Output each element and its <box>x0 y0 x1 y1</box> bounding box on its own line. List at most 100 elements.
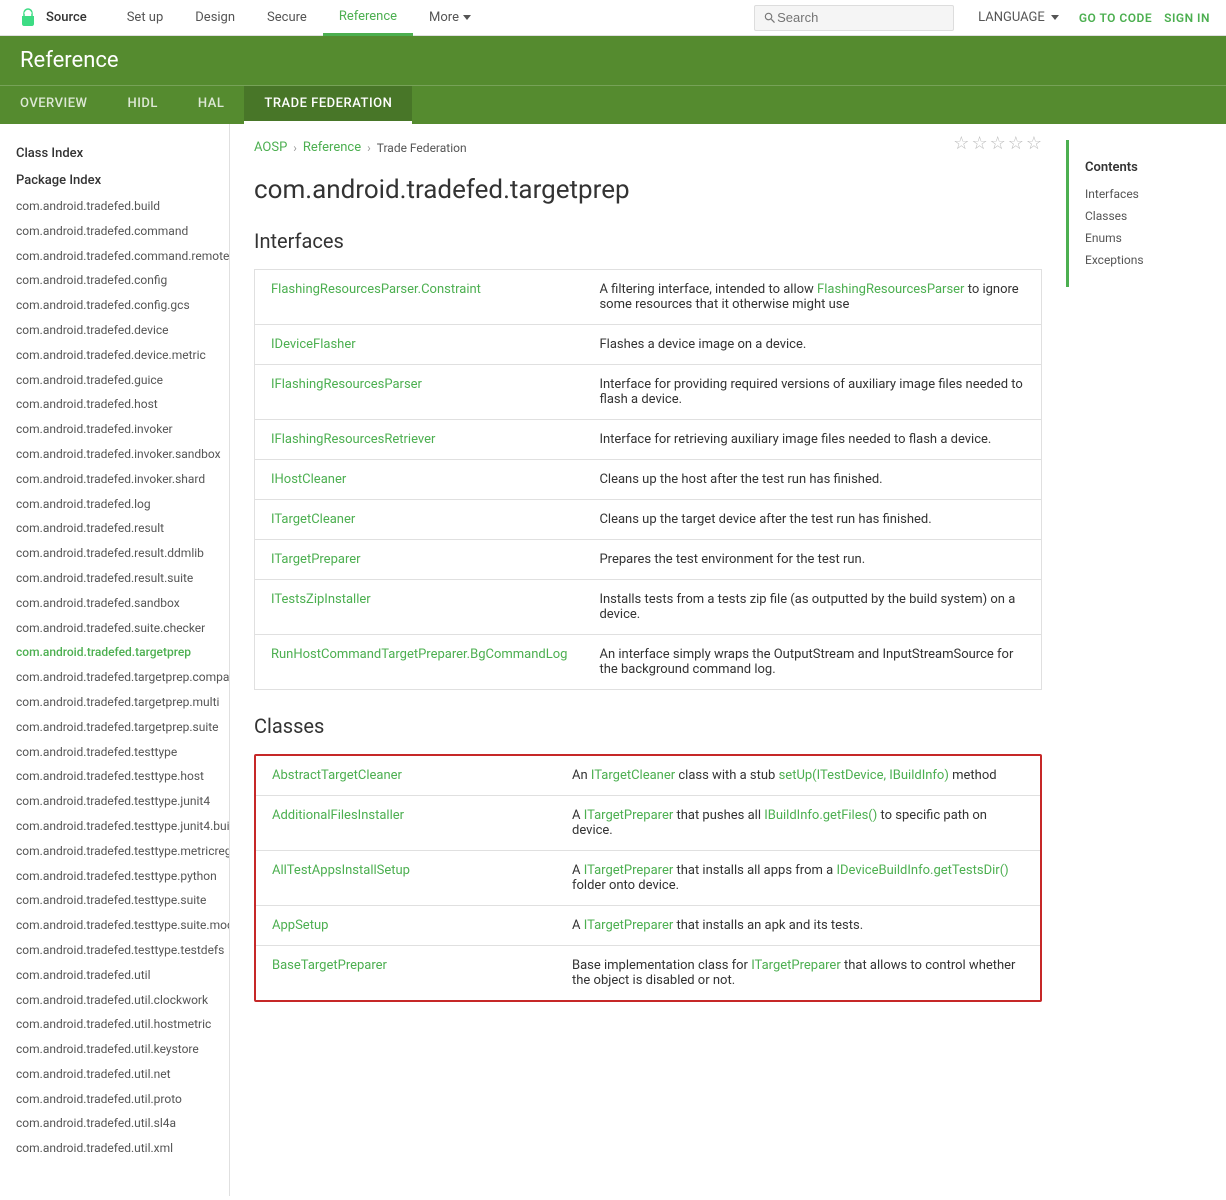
sidebar-link-targetprep-companion[interactable]: com.android.tradefed.targetprep.companio… <box>0 665 229 690</box>
logo[interactable]: Source <box>16 6 87 30</box>
interface-link-ideviceflasher[interactable]: IDeviceFlasher <box>271 337 356 352</box>
inline-link-itargetcleaner-1[interactable]: ITargetCleaner <box>591 768 675 783</box>
sidebar-link-util-net[interactable]: com.android.tradefed.util.net <box>0 1062 229 1087</box>
interface-link-iflashingresourcesretriever[interactable]: IFlashingResourcesRetriever <box>271 432 435 447</box>
sidebar-link-targetprep-suite[interactable]: com.android.tradefed.targetprep.suite <box>0 715 229 740</box>
tab-hal[interactable]: HAL <box>178 86 244 124</box>
sidebar-link-testtype-python[interactable]: com.android.tradefed.testtype.python <box>0 864 229 889</box>
sidebar-link-command[interactable]: com.android.tradefed.command <box>0 219 229 244</box>
star-2[interactable]: ☆ <box>971 133 987 154</box>
sub-nav: OVERVIEW HIDL HAL TRADE FEDERATION <box>0 85 1226 124</box>
toc-item-interfaces[interactable]: Interfaces <box>1069 183 1226 205</box>
sidebar-link-host[interactable]: com.android.tradefed.host <box>0 392 229 417</box>
sidebar-class-index[interactable]: Class Index <box>0 140 229 167</box>
tab-overview[interactable]: OVERVIEW <box>0 86 107 124</box>
toc-item-enums[interactable]: Enums <box>1069 227 1226 249</box>
nav-reference[interactable]: Reference <box>323 0 413 36</box>
star-1[interactable]: ☆ <box>953 133 969 154</box>
sidebar-link-util-hostmetric[interactable]: com.android.tradefed.util.hostmetric <box>0 1012 229 1037</box>
class-link-additionalfilesinstaller[interactable]: AdditionalFilesInstaller <box>272 808 404 823</box>
class-link-alltestappsinstallsetup[interactable]: AllTestAppsInstallSetup <box>272 863 410 878</box>
sign-in-button[interactable]: SIGN IN <box>1164 11 1210 25</box>
nav-secure[interactable]: Secure <box>251 0 323 36</box>
toc-item-exceptions[interactable]: Exceptions <box>1069 249 1226 271</box>
sidebar-link-sandbox[interactable]: com.android.tradefed.sandbox <box>0 591 229 616</box>
class-link-appsetup[interactable]: AppSetup <box>272 918 328 933</box>
nav-design[interactable]: Design <box>179 0 251 36</box>
language-button[interactable]: LANGUAGE <box>978 10 1059 25</box>
sidebar-link-util-sl4a[interactable]: com.android.tradefed.util.sl4a <box>0 1111 229 1136</box>
nav-more[interactable]: More <box>413 0 487 36</box>
sidebar-link-targetprep[interactable]: com.android.tradefed.targetprep <box>0 640 229 665</box>
sidebar-link-guice[interactable]: com.android.tradefed.guice <box>0 368 229 393</box>
sidebar-link-invoker-shard[interactable]: com.android.tradefed.invoker.shard <box>0 467 229 492</box>
tab-hidl[interactable]: HIDL <box>107 86 177 124</box>
interface-link-itargetpreparer[interactable]: ITargetPreparer <box>271 552 361 567</box>
class-link-abstracttargetcleaner[interactable]: AbstractTargetCleaner <box>272 768 402 783</box>
tab-trade-federation[interactable]: TRADE FEDERATION <box>244 86 412 124</box>
sidebar-link-testtype-metricregression[interactable]: com.android.tradefed.testtype.metricregr… <box>0 839 229 864</box>
class-desc-4: A ITargetPreparer that installs an apk a… <box>556 906 1040 946</box>
sidebar-link-testtype-suite-module[interactable]: com.android.tradefed.testtype.suite.modu… <box>0 913 229 938</box>
sidebar-link-device[interactable]: com.android.tradefed.device <box>0 318 229 343</box>
inline-link-setup-itestdevice[interactable]: setUp(ITestDevice, IBuildInfo) <box>779 768 949 783</box>
class-link-basetargetpreparer[interactable]: BaseTargetPreparer <box>272 958 387 973</box>
sidebar-link-testtype-suite[interactable]: com.android.tradefed.testtype.suite <box>0 888 229 913</box>
sidebar-link-testtype[interactable]: com.android.tradefed.testtype <box>0 740 229 765</box>
sidebar-link-testtype-junit4[interactable]: com.android.tradefed.testtype.junit4 <box>0 789 229 814</box>
breadcrumb-sep-2: › <box>367 141 371 155</box>
sidebar-link-util-xml[interactable]: com.android.tradefed.util.xml <box>0 1136 229 1161</box>
sidebar-link-util[interactable]: com.android.tradefed.util <box>0 963 229 988</box>
interface-desc-9: An interface simply wraps the OutputStre… <box>583 635 1041 690</box>
nav-setup[interactable]: Set up <box>111 0 180 36</box>
inline-link-itargetpreparer-2[interactable]: ITargetPreparer <box>584 863 674 878</box>
star-4[interactable]: ☆ <box>1008 133 1024 154</box>
search-input[interactable] <box>777 10 927 25</box>
sidebar-link-device-metric[interactable]: com.android.tradefed.device.metric <box>0 343 229 368</box>
star-rating[interactable]: ☆ ☆ ☆ ☆ ☆ <box>953 133 1042 154</box>
sidebar-link-result-suite[interactable]: com.android.tradefed.result.suite <box>0 566 229 591</box>
sidebar-link-util-clockwork[interactable]: com.android.tradefed.util.clockwork <box>0 988 229 1013</box>
interface-desc-3: Interface for providing required version… <box>583 365 1041 420</box>
breadcrumb-aosp[interactable]: AOSP <box>254 140 287 155</box>
search-icon <box>763 11 777 25</box>
inline-link-itargetpreparer-4[interactable]: ITargetPreparer <box>751 958 841 973</box>
sidebar-link-testtype-junit4-builder[interactable]: com.android.tradefed.testtype.junit4.bui… <box>0 814 229 839</box>
inline-link-idevicebuildinfo-gettestsdir[interactable]: IDeviceBuildInfo.getTestsDir() <box>836 863 1008 878</box>
interface-link-itargetcleaner[interactable]: ITargetCleaner <box>271 512 355 527</box>
inline-link-itargetpreparer-1[interactable]: ITargetPreparer <box>584 808 674 823</box>
sidebar-link-config[interactable]: com.android.tradefed.config <box>0 268 229 293</box>
sidebar-link-result[interactable]: com.android.tradefed.result <box>0 516 229 541</box>
interface-link-flashing-constraint[interactable]: FlashingResourcesParser.Constraint <box>271 282 481 297</box>
sidebar-link-testtype-host[interactable]: com.android.tradefed.testtype.host <box>0 764 229 789</box>
star-3[interactable]: ☆ <box>990 133 1006 154</box>
table-row: IFlashingResourcesRetriever Interface fo… <box>255 420 1042 460</box>
inline-link-itargetpreparer-3[interactable]: ITargetPreparer <box>584 918 674 933</box>
sidebar-link-testtype-testdefs[interactable]: com.android.tradefed.testtype.testdefs <box>0 938 229 963</box>
sidebar-link-suite-checker[interactable]: com.android.tradefed.suite.checker <box>0 616 229 641</box>
inline-link-ibuildinfo-getfiles[interactable]: IBuildInfo.getFiles() <box>764 808 877 823</box>
search-area[interactable] <box>754 5 954 31</box>
star-5[interactable]: ☆ <box>1026 133 1042 154</box>
interface-link-iflashingresourcesparser[interactable]: IFlashingResourcesParser <box>271 377 422 392</box>
interface-link-runhostcommand-bgcommandlog[interactable]: RunHostCommandTargetPreparer.BgCommandLo… <box>271 647 567 662</box>
toc-item-classes[interactable]: Classes <box>1069 205 1226 227</box>
goto-code-button[interactable]: GO TO CODE <box>1079 11 1152 25</box>
sidebar-link-config-gcs[interactable]: com.android.tradefed.config.gcs <box>0 293 229 318</box>
inline-link-flashingresourcesparser[interactable]: FlashingResourcesParser <box>817 282 964 297</box>
sidebar-link-invoker[interactable]: com.android.tradefed.invoker <box>0 417 229 442</box>
table-row: AppSetup A ITargetPreparer that installs… <box>256 906 1040 946</box>
sidebar-link-util-keystore[interactable]: com.android.tradefed.util.keystore <box>0 1037 229 1062</box>
sidebar-link-log[interactable]: com.android.tradefed.log <box>0 492 229 517</box>
interface-link-itestszipinstaller[interactable]: ITestsZipInstaller <box>271 592 371 607</box>
sidebar-link-invoker-sandbox[interactable]: com.android.tradefed.invoker.sandbox <box>0 442 229 467</box>
sidebar-link-command-remote[interactable]: com.android.tradefed.command.remote <box>0 244 229 269</box>
breadcrumb-reference[interactable]: Reference <box>303 140 361 155</box>
sidebar-package-index[interactable]: Package Index <box>0 167 229 194</box>
sidebar-link-util-proto[interactable]: com.android.tradefed.util.proto <box>0 1087 229 1112</box>
interface-link-ihostcleaner[interactable]: IHostCleaner <box>271 472 346 487</box>
sidebar-link-build[interactable]: com.android.tradefed.build <box>0 194 229 219</box>
sidebar-link-result-ddmlib[interactable]: com.android.tradefed.result.ddmlib <box>0 541 229 566</box>
interface-desc-4: Interface for retrieving auxiliary image… <box>583 420 1041 460</box>
sidebar-link-targetprep-multi[interactable]: com.android.tradefed.targetprep.multi <box>0 690 229 715</box>
